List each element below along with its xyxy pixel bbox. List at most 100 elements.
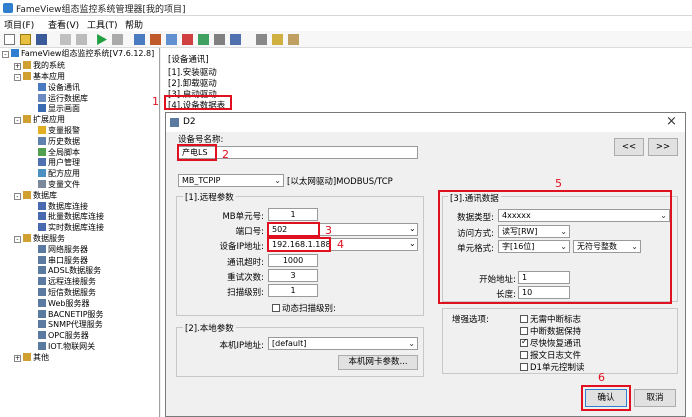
database-icon (38, 94, 46, 102)
opt-log-file[interactable]: 报文日志文件 (520, 349, 581, 361)
user-icon[interactable] (134, 34, 145, 45)
server-icon (38, 288, 46, 296)
save-icon[interactable] (36, 34, 47, 45)
checkbox-icon (520, 327, 528, 335)
tree-item-serial-server[interactable]: 串口服务器 (38, 256, 88, 266)
tree-item-recipe[interactable]: 配方应用 (38, 169, 80, 179)
scan-level-label: 扫描级别: (227, 288, 264, 298)
run-icon[interactable] (96, 34, 107, 45)
tree-item-opc[interactable]: OPC服务器 (38, 331, 89, 341)
mb-unit-input[interactable]: 1 (268, 208, 318, 221)
opt-fast-recover[interactable]: 尽快恢复通讯 (520, 337, 581, 349)
system-icon (11, 49, 19, 57)
driver-select[interactable]: MB_TCPIP ⌄ (178, 174, 284, 187)
marker-2: 2 (222, 148, 229, 161)
help-icon[interactable] (288, 34, 299, 45)
highlight-box-5 (438, 190, 672, 304)
tree-item-alarm[interactable]: 变量报警 (38, 126, 80, 136)
chart-icon[interactable] (150, 34, 161, 45)
folder-icon (23, 72, 31, 80)
highlight-box-2 (177, 144, 217, 161)
menu-help[interactable]: 帮助 (125, 18, 143, 31)
dyn-scan-checkbox[interactable]: 动态扫描级别: (272, 302, 336, 314)
tree-item-web[interactable]: Web服务器 (38, 299, 89, 309)
database-icon[interactable] (198, 34, 209, 45)
tree-item-database[interactable]: - 数据库 (14, 191, 57, 201)
server-icon (38, 342, 46, 350)
toolbar-separator-icon (60, 34, 71, 45)
tree-item-display[interactable]: 显示画面 (38, 104, 80, 114)
next-button[interactable]: >> (648, 138, 678, 156)
tree-item-bacnet[interactable]: BACNETIP服务 (38, 310, 104, 320)
tree-item-my-system[interactable]: + 我的系统 (14, 61, 65, 71)
alarm-icon[interactable] (182, 34, 193, 45)
new-file-icon[interactable] (4, 34, 15, 45)
tree-item-snmp[interactable]: SNMP代理服务 (38, 320, 103, 330)
pause-icon[interactable] (112, 34, 123, 45)
stop-icon[interactable] (76, 34, 87, 45)
ip-label: 设备IP地址: (219, 242, 265, 252)
tree-item-adsl[interactable]: ADSL数据服务 (38, 266, 101, 276)
tree-item-var-file[interactable]: 变量文件 (38, 180, 80, 190)
tree-item-root[interactable]: - FameView组态监控系统[V7.6.12.8] (2, 49, 154, 59)
collapse-icon[interactable]: - (2, 51, 9, 58)
local-ip-select[interactable]: [default] ⌄ (268, 337, 418, 350)
opt-d1-read[interactable]: D1单元控制读 (520, 361, 584, 373)
menu-tools[interactable]: 工具(T) (87, 18, 118, 31)
collapse-icon[interactable]: - (14, 236, 21, 243)
checkbox-icon (520, 315, 528, 323)
retry-input[interactable]: 3 (268, 269, 318, 282)
timeout-input[interactable]: 1000 (268, 254, 318, 267)
tree-item-sms[interactable]: 短信数据服务 (38, 288, 96, 298)
open-folder-icon[interactable] (20, 34, 31, 45)
settings-icon[interactable] (256, 34, 267, 45)
nic-params-button[interactable]: 本机网卡参数... (338, 355, 418, 370)
cancel-button[interactable]: 取消 (634, 389, 676, 407)
close-icon[interactable]: × (666, 114, 677, 129)
expand-icon[interactable]: + (14, 355, 21, 362)
collapse-icon[interactable]: - (14, 193, 21, 200)
opt-no-interrupt[interactable]: 无需中断标志 (520, 313, 581, 325)
chevron-down-icon: ⌄ (408, 339, 415, 348)
tree-item-users[interactable]: 用户管理 (38, 158, 80, 168)
tree-item-iot[interactable]: IOT.物联网关 (38, 342, 95, 352)
tree-item-device-comm[interactable]: 设备通讯 (38, 83, 80, 93)
marker-4: 4 (337, 238, 344, 251)
collapse-icon[interactable]: - (14, 117, 21, 124)
server-icon (38, 245, 46, 253)
tree-item-ext-apps[interactable]: - 扩展应用 (14, 115, 65, 125)
script-icon (38, 148, 46, 156)
app-logo-icon (3, 3, 13, 13)
tree-item-basic-apps[interactable]: - 基本应用 (14, 72, 65, 82)
scan-level-input[interactable]: 1 (268, 284, 318, 297)
tree-item-realtime-db[interactable]: 实时数据库连接 (38, 223, 104, 233)
tree-item-db-conn[interactable]: 数据库连接 (38, 202, 88, 212)
tree-item-other[interactable]: + 其他 (14, 353, 49, 363)
tree-item-data-service[interactable]: - 数据服务 (14, 234, 65, 244)
table-icon[interactable] (166, 34, 177, 45)
tree-item-remote[interactable]: 远程连接服务 (38, 277, 96, 287)
highlight-box-1 (164, 95, 232, 110)
tree-item-history[interactable]: 历史数据 (38, 137, 80, 147)
marker-6: 6 (598, 371, 605, 384)
expand-icon[interactable]: + (14, 63, 21, 70)
checkbox-icon (272, 304, 280, 312)
menu-view[interactable]: 查看(V) (48, 18, 79, 31)
screen-icon (38, 104, 46, 112)
menu-project[interactable]: 项目(F) (4, 18, 34, 31)
tree-item-batch-db[interactable]: 批量数据库连接 (38, 212, 104, 222)
device-icon[interactable] (230, 34, 241, 45)
tree-item-script[interactable]: 全局脚本 (38, 148, 80, 158)
network-icon[interactable] (214, 34, 225, 45)
prev-button[interactable]: << (614, 138, 644, 156)
tree-item-net-server[interactable]: 网络服务器 (38, 245, 88, 255)
opt-hold-data[interactable]: 中断数据保持 (520, 325, 581, 337)
collapse-icon[interactable]: - (14, 74, 21, 81)
marker-3: 3 (325, 224, 332, 237)
highlight-box-4 (267, 237, 331, 252)
chevron-down-icon: ⌄ (409, 224, 416, 233)
project-tree: - FameView组态监控系统[V7.6.12.8] + 我的系统 - 基本应用 设… (0, 48, 160, 417)
driver-description: [以太网驱动]MODBUS/TCP (287, 177, 393, 187)
tree-item-runtime-db[interactable]: 运行数据库 (38, 94, 88, 104)
tools-icon[interactable] (272, 34, 283, 45)
